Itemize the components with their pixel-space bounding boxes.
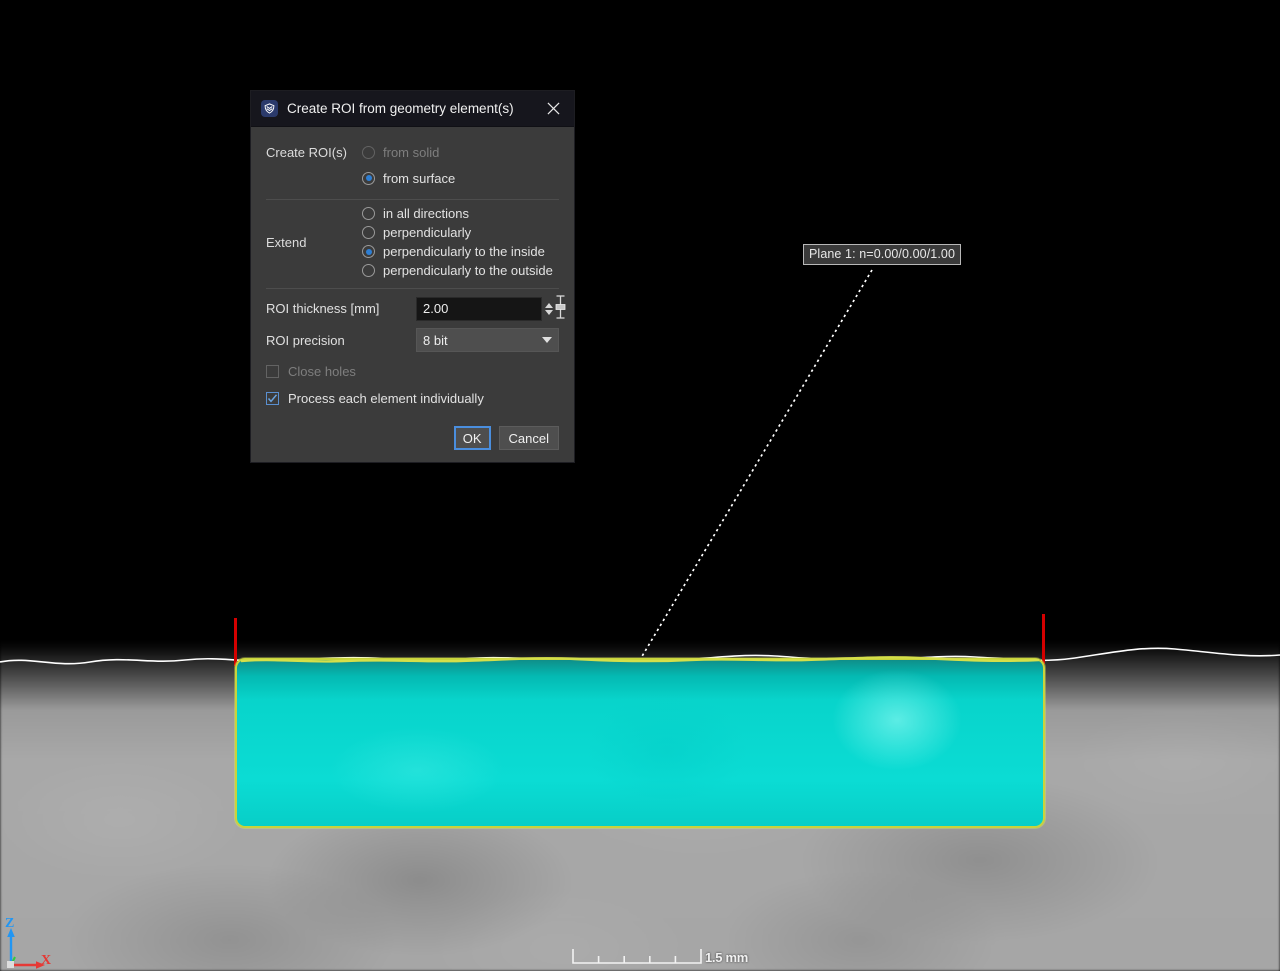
radio-indicator-perpendicularly [362,226,375,239]
check-mark-icon [267,394,278,403]
axis-label-z: Z [5,916,15,931]
radio-perpendicularly[interactable]: perpendicularly [362,223,559,242]
roi-precision-select[interactable]: 8 bit [416,328,559,352]
radio-from-solid[interactable]: from solid [362,143,439,162]
radio-label-from-solid: from solid [383,144,440,160]
axis-label-x: X [41,953,52,968]
radio-in-all-directions[interactable]: in all directions [362,204,559,223]
radio-indicator-perpendicularly-inside [362,245,375,258]
spinner-down-arrow-icon[interactable] [545,309,553,315]
divider-bottom [266,288,559,289]
checkbox-process-each-element[interactable]: Process each element individually [266,391,559,406]
3d-viewport[interactable]: Plane 1: n=0.00/0.00/1.00 1.5 mm Z X [0,0,1280,971]
checkbox-indicator-close-holes [266,365,279,378]
cancel-button[interactable]: Cancel [498,426,559,450]
chevron-down-icon [542,337,552,343]
roi-thickness-label: ROI thickness [mm] [266,301,380,316]
create-roi-group-label: Create ROI(s) [266,144,347,160]
create-roi-group-row-1: Create ROI(s) from solid [266,139,559,165]
divider-top [266,199,559,200]
roi-precision-value: 8 bit [423,332,448,348]
checkbox-indicator-process-each-element [266,392,279,405]
slider-handle-icon[interactable] [555,295,566,322]
dialog-body: Create ROI(s) from solid from surface Ex… [251,127,574,462]
radio-indicator-perpendicularly-outside [362,264,375,277]
spinner-up-arrow-icon[interactable] [545,302,553,308]
radio-perpendicularly-outside[interactable]: perpendicularly to the outside [362,261,559,280]
create-roi-group-row-2: from surface [266,165,559,191]
radio-perpendicularly-inside[interactable]: perpendicularly to the inside [362,242,559,261]
plane-annotation-label[interactable]: Plane 1: n=0.00/0.00/1.00 [803,244,962,265]
extend-group: Extend in all directions perpendicularly… [266,204,559,280]
extend-group-label: Extend [266,234,307,250]
radio-label-perpendicularly: perpendicularly [383,225,472,240]
spinner-up-down-icon[interactable] [545,297,553,321]
roi-thickness-row: ROI thickness [mm] [266,295,566,322]
roi-precision-label: ROI precision [266,332,345,348]
checkbox-label-close-holes: Close holes [288,364,356,379]
dialog-titlebar[interactable]: Create ROI from geometry element(s) [251,91,574,127]
roi-precision-row: ROI precision 8 bit [266,328,559,352]
close-icon[interactable] [540,96,566,122]
shield-chevron-icon [261,100,278,117]
dialog-button-row: OK Cancel [266,426,559,450]
dialog-title: Create ROI from geometry element(s) [287,101,514,116]
scale-bar-label: 1.5 mm [705,950,749,965]
create-roi-dialog[interactable]: Create ROI from geometry element(s) Crea… [250,90,575,463]
roi-boundary-marker-right [1042,614,1045,664]
radio-indicator-from-solid [362,145,375,159]
radio-label-from-surface: from surface [383,170,456,186]
checkbox-close-holes[interactable]: Close holes [266,364,559,379]
scale-bar-ticks [572,949,702,964]
radio-from-surface[interactable]: from surface [362,169,455,188]
ok-button[interactable]: OK [453,426,491,450]
scale-bar: 1.5 mm [572,947,748,965]
roi-boundary-marker-left [234,618,237,666]
radio-label-perpendicularly-inside: perpendicularly to the inside [383,244,545,259]
radio-label-in-all-directions: in all directions [383,206,469,221]
axis-orientation-gizmo: Z X [2,908,72,971]
roi-region[interactable] [235,658,1045,828]
radio-indicator-in-all-directions [362,207,375,220]
radio-label-perpendicularly-outside: perpendicularly to the outside [383,263,553,278]
radio-indicator-from-surface [362,171,375,185]
roi-thickness-input[interactable] [416,296,542,321]
annotation-leader-line [640,269,873,659]
checkbox-label-process-each-element: Process each element individually [288,391,484,406]
